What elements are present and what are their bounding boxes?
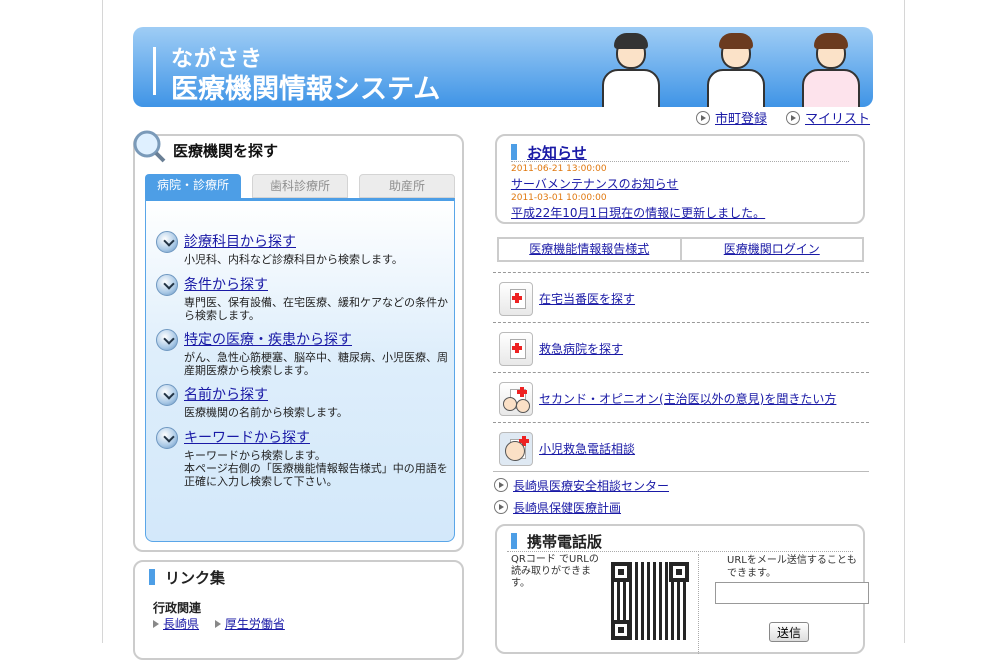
notice-link[interactable]: 平成22年10月1日現在の情報に更新しました。 [511,204,765,221]
child-emergency-phone-link[interactable]: 小児救急電話相談 [539,440,635,457]
notice-panel: お知らせ 2011-06-21 13:00:00 サーバメンテナンスのお知らせ … [495,134,865,224]
links-row: 長崎県 厚生労働省 [153,615,285,632]
arrow-circle-icon [696,111,710,125]
mobile-title: 携帯電話版 [527,533,603,551]
divider [698,554,699,654]
mail-description: URLをメール送信することもできます。 [727,555,857,579]
arrow-icon [156,384,178,406]
second-opinion-link[interactable]: セカンド・オピニオン(主治医以外の意見)を聞きたい方 [539,390,836,407]
plain-link-item: 長崎県医療安全相談センター [494,477,669,494]
search-item-desc: がん、急性心筋梗塞、脳卒中、糖尿病、小児医療、周産期医療から検索します。 [184,351,448,377]
arrow-icon [156,231,178,253]
heading-marker [149,569,155,585]
arrow-icon [156,274,178,296]
doctors-consult-icon [499,382,533,416]
divider [511,161,849,162]
list-item: 小児救急電話相談 [493,422,869,472]
mobile-panel: 携帯電話版 QRコード でURLの読み取りができます。 URLをメール送信するこ… [495,524,869,654]
links-panel: リンク集 行政関連 長崎県 厚生労働省 [133,560,464,660]
search-item-desc: 小児科、内科など診療科目から検索します。 [184,253,403,266]
search-item-desc: 医療機関の名前から検索します。 [184,406,348,419]
notice-link[interactable]: サーバメンテナンスのお知らせ [511,175,678,192]
triangle-icon [214,620,221,628]
notice-heading: お知らせ [511,142,587,163]
notice-date: 2011-03-01 10:00:00 [511,193,607,203]
list-item: 救急病院を探す [493,322,869,372]
arrow-icon [156,329,178,351]
email-field[interactable] [715,582,869,604]
list-item: セカンド・オピニオン(主治医以外の意見)を聞きたい方 [493,372,869,422]
mhlw-link[interactable]: 厚生労働省 [225,617,285,631]
arrow-circle-icon [786,111,800,125]
links-title: リンク集 [165,569,226,587]
mylist-link[interactable]: マイリスト [805,112,870,127]
banner-title: 医療機関情報システム [171,74,441,105]
search-item-desc: 専門医、保有設備、在宅医療、緩和ケアなどの条件から検索します。 [184,296,448,322]
clinic-sign-icon [499,332,533,366]
search-by-disease-link[interactable]: 特定の医療・疾患から探す [184,329,352,349]
safety-center-link[interactable]: 長崎県医療安全相談センター [513,479,669,493]
search-by-name-link[interactable]: 名前から探す [184,384,268,404]
links-subheading: 行政関連 [153,601,202,615]
report-form-link[interactable]: 医療機能情報報告様式 [499,239,682,260]
facility-login-link[interactable]: 医療機関ログイン [682,239,863,260]
search-by-department-link[interactable]: 診療科目から探す [184,231,296,251]
arrow-circle-icon [494,500,508,514]
notice-title-link[interactable]: お知らせ [527,144,587,162]
nagasaki-pref-link[interactable]: 長崎県 [163,617,199,631]
nurse-illustration [703,33,769,107]
tab-dental[interactable]: 歯科診療所 [252,174,348,198]
search-panel: 医療機関を探す 病院・診療所 歯科診療所 助産所 診療科目から探す小児科、内科な… [133,130,464,552]
heading-marker [511,533,517,549]
mobile-heading: 携帯電話版 [511,531,602,552]
divider [507,551,853,552]
notice-date: 2011-06-21 13:00:00 [511,164,607,174]
arrow-icon [156,427,178,449]
doctor-illustration [598,33,664,107]
shichou-link[interactable]: 市町登録 [715,112,767,127]
qr-code [611,562,689,640]
banner-bar [153,47,156,95]
heading-marker [511,144,517,160]
tab-midwife[interactable]: 助産所 [359,174,455,198]
send-button[interactable]: 送信 [769,622,809,642]
tab-panel: 診療科目から探す小児科、内科など診療科目から検索します。 条件から探す 専門医、保… [145,198,455,542]
header-link-shichou[interactable]: 市町登録 [696,108,767,128]
site-banner[interactable]: ながさき 医療機関情報システム [133,27,873,107]
home-duty-doctor-link[interactable]: 在宅当番医を探す [539,290,635,307]
nurse-illustration-2 [798,33,864,107]
qr-description: QRコード でURLの読み取りができます。 [511,554,599,589]
header-link-mylist[interactable]: マイリスト [786,108,870,127]
emergency-hospital-link[interactable]: 救急病院を探す [539,340,623,357]
search-by-condition-link[interactable]: 条件から探す [184,274,268,294]
triangle-icon [153,620,159,628]
arrow-circle-icon [494,478,508,492]
health-plan-link[interactable]: 長崎県保健医療計画 [513,501,621,515]
search-title: 医療機関を探す [173,142,279,160]
search-item-desc: キーワードから検索します。 本ページ右側の「医療機能情報報告様式」中の用語を正確… [184,449,448,488]
links-heading: リンク集 [149,567,225,588]
plain-link-item: 長崎県保健医療計画 [494,499,621,516]
clinic-sign-icon [499,282,533,316]
action-buttons: 医療機能情報報告様式 医療機関ログイン [497,237,864,262]
tab-bar: 病院・診療所 歯科診療所 助産所 [145,174,455,198]
nurse-phone-icon [499,432,533,466]
tab-hospital[interactable]: 病院・診療所 [145,174,241,198]
list-item: 在宅当番医を探す [493,272,869,322]
search-by-keyword-link[interactable]: キーワードから探す [184,427,310,447]
magnifier-icon [133,130,166,163]
